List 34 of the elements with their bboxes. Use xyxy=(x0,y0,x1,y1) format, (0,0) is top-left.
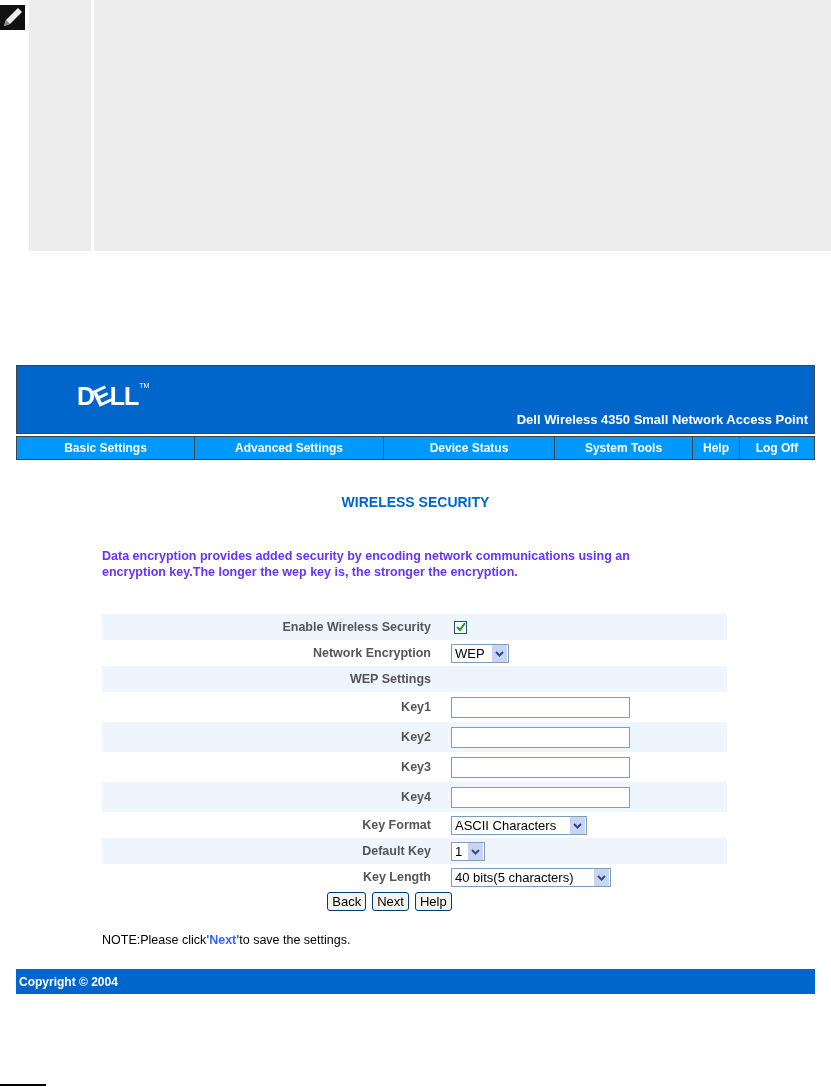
field-label: Key4 xyxy=(400,790,432,804)
caret-icon xyxy=(492,644,507,662)
product-name: Dell Wireless 4350 Small Network Access Point xyxy=(516,412,808,427)
input-field[interactable] xyxy=(451,696,630,718)
pencil-icon xyxy=(0,5,25,30)
field-label: Key2 xyxy=(400,730,432,744)
form-button[interactable]: Next xyxy=(372,892,409,911)
input-field[interactable] xyxy=(451,786,630,808)
dropdown[interactable]: ASCII Characters xyxy=(451,815,587,835)
caret-icon xyxy=(570,816,585,834)
input-field[interactable] xyxy=(451,756,630,778)
field-label: Key Length xyxy=(361,870,432,884)
copyright-text: Copyright © 2004 xyxy=(19,974,118,989)
field-label: WEP Settings xyxy=(348,672,432,686)
caret-icon xyxy=(468,842,483,860)
dropdown[interactable]: 40 bits(5 characters) xyxy=(451,867,611,887)
note-text: NOTE:Please click'Next'to save the settings. xyxy=(102,933,352,947)
field-label: Key Format xyxy=(361,818,432,832)
field-label: Key3 xyxy=(400,760,432,774)
form-button[interactable]: Help xyxy=(414,892,452,911)
dell-logo: DELL$^{TM}$ xyxy=(77,382,150,411)
dropdown[interactable]: 1 xyxy=(451,841,485,861)
next-link[interactable]: 'Next' xyxy=(206,933,240,947)
field-label: Network Encryption xyxy=(311,646,432,660)
form-button[interactable]: Back xyxy=(327,892,367,911)
field-label: Enable Wireless Security xyxy=(281,620,432,634)
field-label: Key1 xyxy=(400,700,432,714)
dropdown[interactable]: WEP xyxy=(451,643,509,663)
field-label: Default Key xyxy=(361,844,432,858)
caret-icon xyxy=(594,868,609,886)
input-field[interactable] xyxy=(451,726,630,748)
page-title: WIRELESS SECURITY xyxy=(340,494,491,510)
intro-text: Data encryption provides added security by encoding network communications using an encryption key.The longer the wep key is, the stronger the encryption. xyxy=(102,548,631,580)
checkbox[interactable] xyxy=(454,620,467,634)
